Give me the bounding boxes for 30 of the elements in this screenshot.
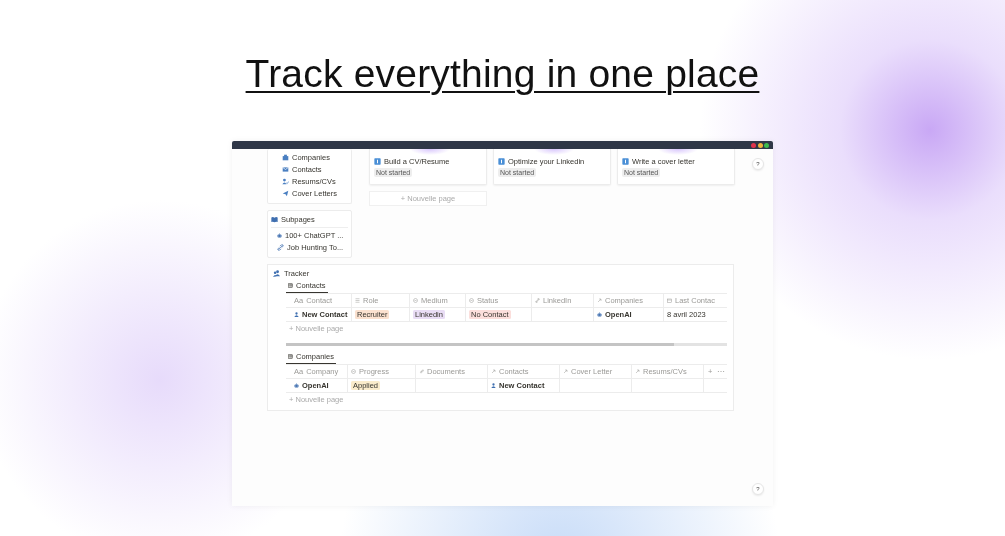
- link-icon: [535, 298, 540, 303]
- link-icon: [277, 244, 284, 251]
- arrow-icon: [563, 369, 568, 374]
- scrollbar[interactable]: [286, 343, 727, 346]
- table-icon: [288, 283, 293, 288]
- calendar-icon: [667, 298, 672, 303]
- circle-icon: [413, 298, 418, 303]
- paper-plane-icon: [282, 190, 289, 197]
- number-icon: [374, 158, 381, 165]
- arrow-icon: [597, 298, 602, 303]
- number-icon: [498, 158, 505, 165]
- envelope-icon: [282, 166, 289, 173]
- list-icon: [355, 298, 360, 303]
- arrow-icon: [635, 369, 640, 374]
- maximize-icon[interactable]: [764, 142, 769, 148]
- arrow-icon: [491, 369, 496, 374]
- minimize-icon[interactable]: [757, 142, 763, 148]
- circle-icon: [469, 298, 474, 303]
- table-icon: [288, 354, 293, 359]
- person-icon: [294, 312, 299, 317]
- paperclip-icon: [419, 369, 424, 374]
- circle-icon: [351, 369, 356, 374]
- number-icon: [622, 158, 629, 165]
- book-icon: [271, 216, 278, 223]
- people-icon: [273, 270, 280, 277]
- building-icon: [282, 154, 289, 161]
- person-check-icon: [282, 178, 289, 185]
- page-heading: Track everything in one place: [245, 52, 760, 96]
- person-icon: [491, 383, 496, 388]
- close-icon[interactable]: [751, 142, 756, 148]
